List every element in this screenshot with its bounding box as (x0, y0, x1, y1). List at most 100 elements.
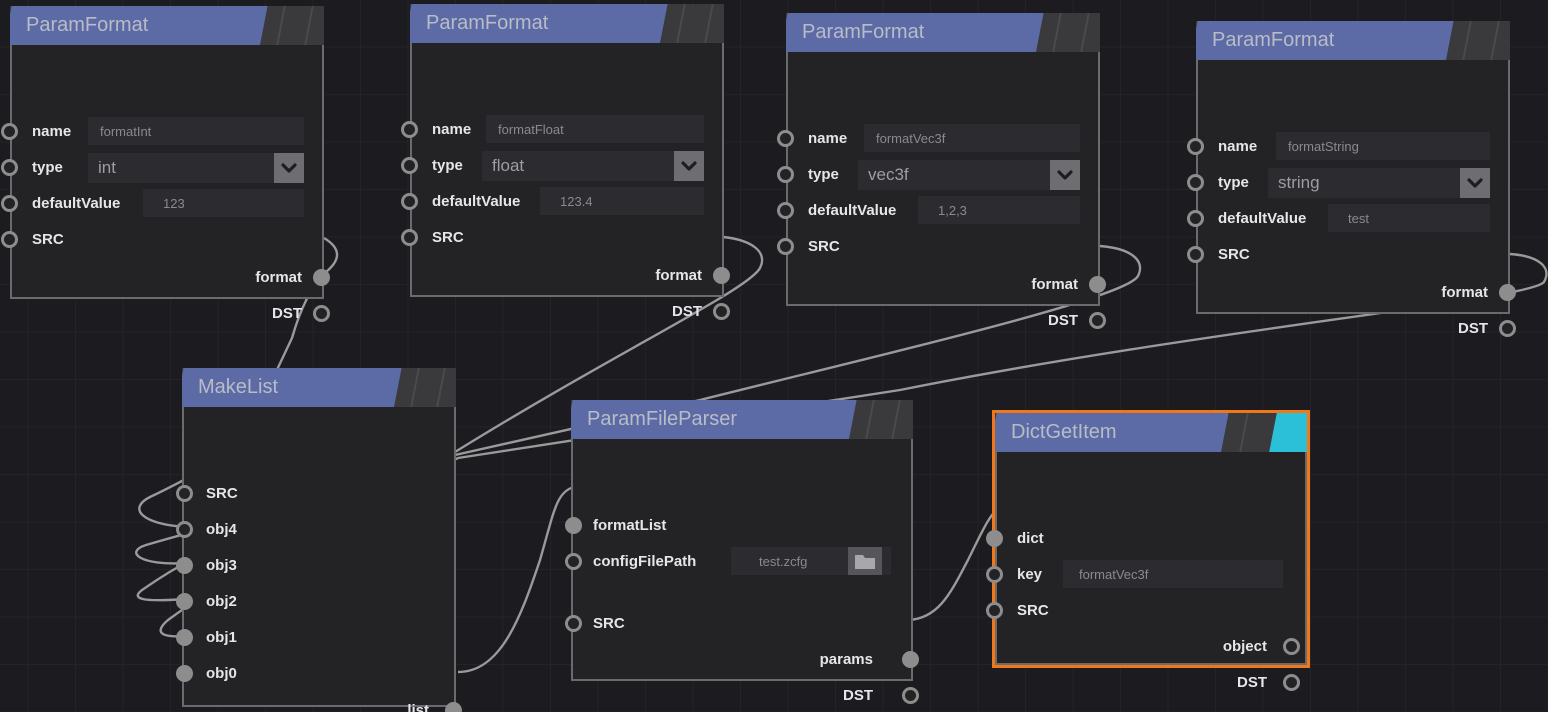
defaultvalue-field[interactable]: 1,2,3 (918, 196, 1080, 224)
defaultvalue-field[interactable]: 123.4 (540, 187, 704, 215)
port-in-defaultvalue[interactable] (401, 193, 418, 210)
port-in-name[interactable] (777, 130, 794, 147)
node-dictgetitem[interactable]: DictGetItem dict key SRC formatVec3f obj… (986, 410, 1310, 691)
port-out-format[interactable] (1089, 276, 1106, 293)
type-select-value: vec3f (868, 165, 909, 184)
header-stripe (891, 400, 901, 439)
port-in-type[interactable] (777, 166, 794, 183)
port-in-src[interactable] (1187, 246, 1204, 263)
node-title: DictGetItem (1011, 421, 1117, 443)
wire-list-to-formatlist (457, 485, 575, 674)
port-in-obj4[interactable] (176, 521, 193, 538)
port-in-obj0[interactable] (176, 665, 193, 682)
port-out-params[interactable] (902, 651, 919, 668)
port-in-type[interactable] (1187, 174, 1204, 191)
node-header[interactable]: ParamFileParser (571, 400, 913, 439)
port-out-dst[interactable] (902, 687, 919, 704)
port-out-object[interactable] (1283, 638, 1300, 655)
port-out-format[interactable] (713, 267, 730, 284)
type-select[interactable]: vec3f (858, 160, 1080, 190)
node-header[interactable]: ParamFormat (786, 13, 1100, 52)
header-stripe (1080, 13, 1090, 52)
header-stripe (304, 6, 314, 45)
port-label-formatlist: formatList (593, 517, 667, 534)
port-in-formatlist[interactable] (565, 517, 582, 534)
port-label-name: name (808, 130, 848, 147)
port-in-src[interactable] (401, 229, 418, 246)
port-label-format: format (255, 269, 302, 286)
node-makelist[interactable]: MakeList SRC obj4 obj3 obj2 obj1 obj0 li… (176, 368, 462, 712)
chevron-down-icon[interactable] (1050, 160, 1080, 190)
port-out-dst[interactable] (1499, 320, 1516, 337)
port-out-format[interactable] (1499, 284, 1516, 301)
name-field[interactable]: formatVec3f (864, 124, 1080, 152)
port-label-src: SRC (808, 238, 840, 255)
port-label-dst: DST (1048, 312, 1078, 329)
port-label-object: object (1222, 638, 1267, 655)
type-select[interactable]: float (482, 151, 704, 181)
port-label-format: format (1031, 276, 1078, 293)
port-in-src[interactable] (1, 231, 18, 248)
node-header[interactable]: MakeList (182, 368, 456, 407)
node-paramformat-string[interactable]: ParamFormat name type defaultValue SRC f… (1187, 21, 1516, 337)
port-in-obj1[interactable] (176, 629, 193, 646)
port-in-dict[interactable] (986, 530, 1003, 547)
port-out-format[interactable] (313, 269, 330, 286)
type-select-value: int (98, 158, 116, 177)
port-in-obj3[interactable] (176, 557, 193, 574)
port-in-configfilepath[interactable] (565, 553, 582, 570)
port-out-list[interactable] (445, 702, 462, 712)
node-paramformat-float[interactable]: ParamFormat name type defaultValue SRC f… (401, 4, 730, 320)
port-in-type[interactable] (401, 157, 418, 174)
port-label-format: format (655, 267, 702, 284)
port-in-src[interactable] (777, 238, 794, 255)
port-label-name: name (432, 121, 472, 138)
node-body: name type defaultValue SRC formatFloat f… (401, 43, 730, 320)
port-in-src[interactable] (565, 615, 582, 632)
node-header[interactable]: ParamFormat (10, 6, 324, 45)
name-field[interactable]: formatString (1276, 132, 1490, 160)
name-field[interactable]: formatFloat (486, 115, 704, 143)
port-in-src[interactable] (176, 485, 193, 502)
type-select[interactable]: string (1268, 168, 1490, 198)
port-label-src: SRC (206, 485, 238, 502)
node-paramformat-int[interactable]: ParamFormat name type defaultValue SRC f… (1, 6, 330, 322)
node-graph-canvas[interactable]: ParamFormat name type defaultValue SRC f… (0, 0, 1548, 712)
port-in-obj2[interactable] (176, 593, 193, 610)
name-field[interactable]: formatInt (88, 117, 304, 145)
chevron-down-icon[interactable] (674, 151, 704, 181)
node-paramfileparser[interactable]: ParamFileParser formatList configFilePat… (565, 400, 919, 704)
port-out-dst[interactable] (1089, 312, 1106, 329)
node-header[interactable]: DictGetItem (995, 413, 1307, 452)
port-label-src: SRC (432, 229, 464, 246)
defaultvalue-field[interactable]: 123 (143, 189, 304, 217)
port-out-dst[interactable] (313, 305, 330, 322)
port-label-name: name (32, 123, 72, 140)
port-in-key[interactable] (986, 566, 1003, 583)
port-in-name[interactable] (1187, 138, 1204, 155)
node-title: ParamFormat (802, 21, 925, 43)
port-label-configfilepath: configFilePath (593, 553, 697, 570)
chevron-down-icon[interactable] (1460, 168, 1490, 198)
port-in-name[interactable] (401, 121, 418, 138)
port-in-defaultvalue[interactable] (1, 195, 18, 212)
key-field[interactable]: formatVec3f (1063, 560, 1283, 588)
node-paramformat-vec3f[interactable]: ParamFormat name type defaultValue SRC f… (777, 13, 1106, 329)
defaultvalue-field[interactable]: test (1328, 204, 1490, 232)
port-out-dst[interactable] (713, 303, 730, 320)
port-label-obj1: obj1 (206, 629, 237, 646)
port-in-defaultvalue[interactable] (1187, 210, 1204, 227)
type-select[interactable]: int (88, 153, 304, 183)
port-in-defaultvalue[interactable] (777, 202, 794, 219)
node-header[interactable]: ParamFormat (410, 4, 724, 43)
port-in-type[interactable] (1, 159, 18, 176)
chevron-down-icon[interactable] (274, 153, 304, 183)
folder-icon[interactable] (848, 547, 882, 575)
node-header[interactable]: ParamFormat (1196, 21, 1510, 60)
node-title: MakeList (198, 376, 279, 398)
port-out-dst[interactable] (1283, 674, 1300, 691)
port-in-src[interactable] (986, 602, 1003, 619)
type-select-value: float (492, 156, 525, 175)
port-label-dst: DST (843, 687, 873, 704)
port-in-name[interactable] (1, 123, 18, 140)
